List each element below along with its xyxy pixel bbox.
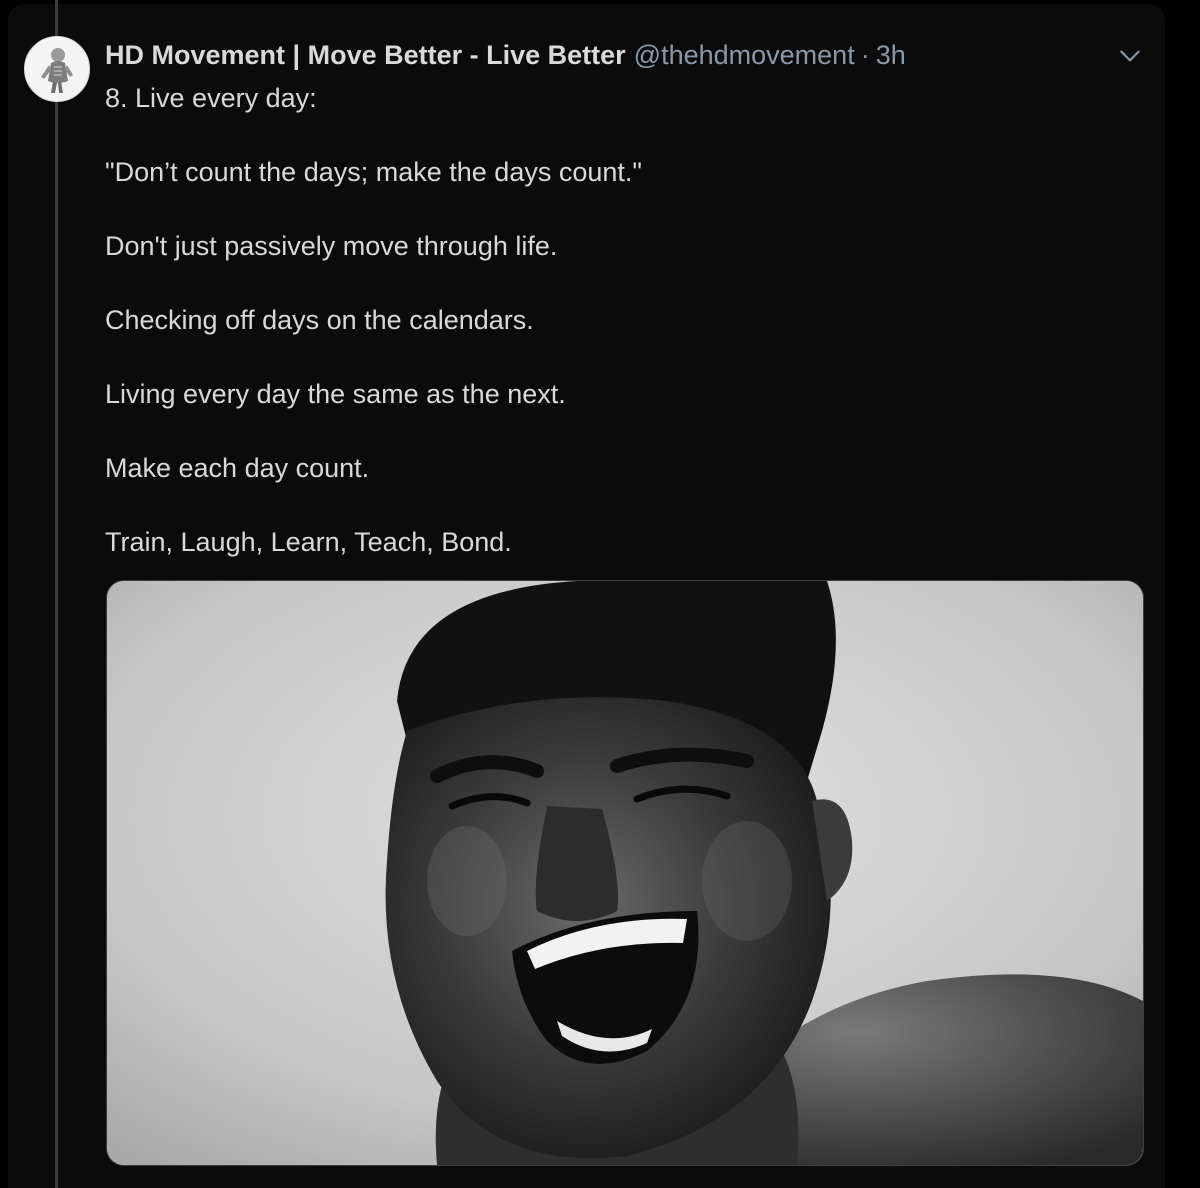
header-separator: · (860, 40, 870, 70)
tweet-body: 8. Live every day: "Don’t count the days… (105, 80, 1145, 598)
thread-connector-line (55, 0, 58, 1188)
tweet-text-line: Living every day the same as the next. (105, 379, 566, 409)
tweet-text-line: Don't just passively move through life. (105, 231, 558, 261)
photo-image (107, 581, 1143, 1165)
author-display-name[interactable]: HD Movement | Move Better - Live Better (105, 36, 626, 74)
tweet-text-line: "Don’t count the days; make the days cou… (105, 157, 642, 187)
app-frame: HD Movement | Move Better - Live Better … (0, 0, 1200, 1188)
tweet-text-line: Checking off days on the calendars. (105, 305, 534, 335)
tweet-header: HD Movement | Move Better - Live Better … (105, 36, 906, 74)
tweet-media-photo[interactable] (106, 580, 1144, 1166)
tweet-timestamp[interactable]: 3h (876, 36, 906, 74)
tweet-text-line: Make each day count. (105, 453, 370, 483)
tweet-text-line: 8. Live every day: (105, 83, 317, 113)
more-options-button[interactable] (1114, 40, 1146, 72)
avatar[interactable] (24, 36, 90, 102)
tweet-text-line: Train, Laugh, Learn, Teach, Bond. (105, 527, 512, 557)
anatomy-logo-icon (26, 38, 88, 100)
chevron-down-icon (1120, 50, 1140, 62)
author-handle[interactable]: @thehdmovement (634, 36, 855, 74)
